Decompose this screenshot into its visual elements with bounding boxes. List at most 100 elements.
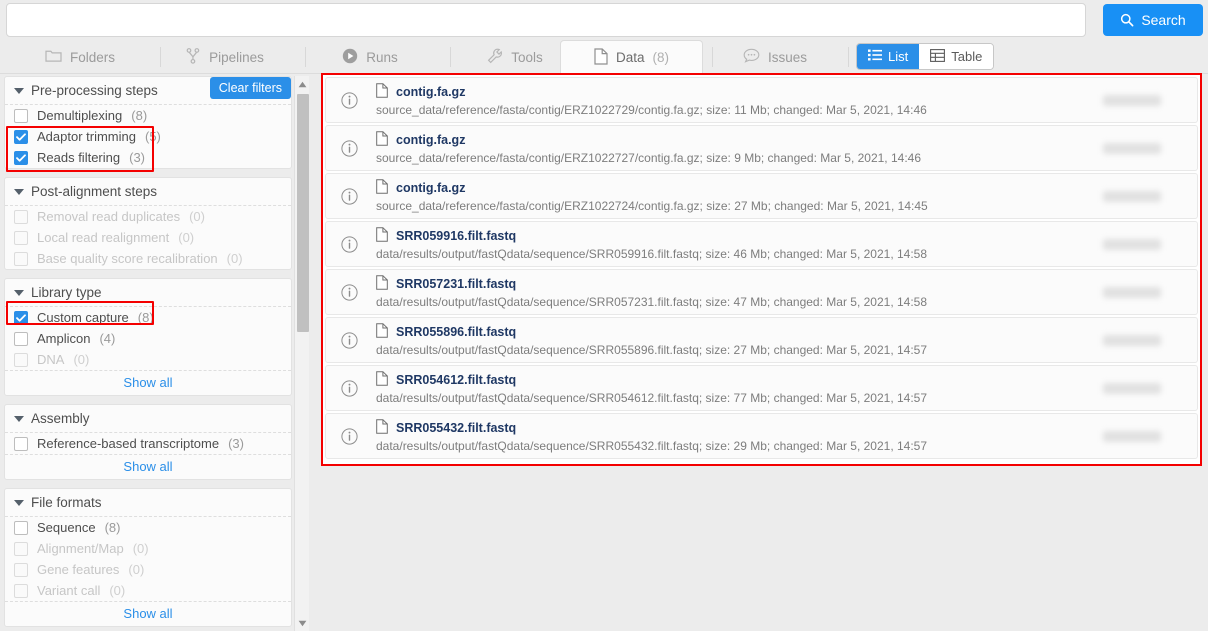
list-item[interactable]: SRR054612.filt.fastq data/results/output/…: [325, 365, 1198, 411]
list-item[interactable]: SRR055896.filt.fastq data/results/output/…: [325, 317, 1198, 363]
info-icon[interactable]: [326, 283, 372, 301]
scroll-down-arrow[interactable]: [295, 615, 310, 631]
checkbox-icon[interactable]: [14, 520, 28, 535]
info-icon[interactable]: [326, 139, 372, 157]
facet-option[interactable]: Reads filtering (3): [5, 147, 291, 168]
facet-option-count: (0): [178, 230, 195, 245]
list-item[interactable]: contig.fa.gz source_data/reference/fasta/…: [325, 173, 1198, 219]
facet-header[interactable]: Assembly: [5, 405, 291, 433]
show-all-link[interactable]: Show all: [5, 370, 291, 395]
clear-filters-button[interactable]: Clear filters: [209, 77, 291, 99]
tab-issues[interactable]: Issues: [715, 40, 835, 74]
file-icon: [376, 227, 388, 245]
search-button-label: Search: [1141, 12, 1186, 28]
chevron-down-icon: [14, 289, 24, 296]
facet-option-label: Alignment/Map: [37, 541, 124, 556]
list-item[interactable]: SRR057231.filt.fastq data/results/output/…: [325, 269, 1198, 315]
facet-option: Alignment/Map (0): [5, 538, 291, 559]
facet-header[interactable]: File formats: [5, 489, 291, 517]
checkbox-checked-icon[interactable]: [14, 150, 28, 165]
facet-option[interactable]: Sequence (8): [5, 517, 291, 538]
view-toggle-list[interactable]: List: [857, 44, 920, 69]
facet-option-count: (8): [131, 108, 148, 123]
facet-option-count: (0): [109, 583, 126, 598]
scrollbar-thumb[interactable]: [297, 94, 309, 332]
chevron-down-icon: [14, 87, 24, 94]
tab-runs-label: Runs: [366, 49, 398, 65]
tab-data[interactable]: Data (8): [560, 40, 703, 75]
view-toggle-table[interactable]: Table: [919, 44, 994, 69]
facet-option[interactable]: Reference-based transcriptome (3): [5, 433, 291, 454]
facet-option[interactable]: Adaptor trimming (5): [5, 126, 291, 147]
facet-option: DNA (0): [5, 349, 291, 370]
checkbox-icon[interactable]: [14, 331, 28, 346]
show-all-link[interactable]: Show all: [5, 454, 291, 479]
list-item-body: SRR059916.filt.fastq data/results/output/…: [372, 227, 1103, 261]
pipeline-icon: [186, 47, 201, 67]
info-icon[interactable]: [326, 91, 372, 109]
info-icon[interactable]: [326, 235, 372, 253]
facet-option: Local read realignment (0): [5, 227, 291, 248]
list-item-title: contig.fa.gz: [376, 179, 1103, 197]
redacted-owner: [1103, 334, 1161, 346]
list-item[interactable]: contig.fa.gz source_data/reference/fasta/…: [325, 77, 1198, 123]
facet-option[interactable]: Demultiplexing (8): [5, 105, 291, 126]
redacted-owner: [1103, 238, 1161, 250]
list-item-body: contig.fa.gz source_data/reference/fasta/…: [372, 83, 1103, 117]
redacted-owner: [1103, 382, 1161, 394]
facet-group: Post-alignment steps Removal read duplica…: [4, 177, 292, 270]
info-icon[interactable]: [326, 331, 372, 349]
facet-header[interactable]: Library type: [5, 279, 291, 307]
facet-group: Library type Custom capture (8) Amplicon (4)…: [4, 278, 292, 396]
facet-option-count: (0): [226, 251, 243, 266]
facet-option-label: Adaptor trimming: [37, 129, 136, 144]
list-item[interactable]: SRR059916.filt.fastq data/results/output/…: [325, 221, 1198, 267]
search-input[interactable]: [6, 3, 1086, 37]
tab-folders[interactable]: Folders: [20, 40, 140, 74]
tab-issues-label: Issues: [767, 49, 808, 65]
list-item-title: SRR055432.filt.fastq: [376, 419, 1103, 437]
results-list[interactable]: contig.fa.gz source_data/reference/fasta/…: [321, 73, 1202, 466]
file-name: SRR055896.filt.fastq: [396, 325, 517, 339]
tab-runs[interactable]: Runs: [310, 40, 430, 74]
facet-title: Pre-processing steps: [31, 83, 158, 98]
show-all-link[interactable]: Show all: [5, 601, 291, 626]
facet-option: Gene features (0): [5, 559, 291, 580]
comment-icon: [743, 48, 760, 66]
list-item[interactable]: SRR055432.filt.fastq data/results/output/…: [325, 413, 1198, 459]
tab-separator: [160, 47, 161, 67]
sidebar-scrollbar[interactable]: [294, 76, 309, 631]
tab-data-label: Data: [615, 50, 645, 65]
info-icon[interactable]: [326, 379, 372, 397]
file-icon: [376, 419, 388, 437]
tab-separator: [848, 47, 849, 67]
list-item[interactable]: contig.fa.gz source_data/reference/fasta/…: [325, 125, 1198, 171]
list-item-title: SRR055896.filt.fastq: [376, 323, 1103, 341]
checkbox-icon[interactable]: [14, 108, 28, 123]
file-detail: source_data/reference/fasta/contig/ERZ10…: [376, 151, 922, 165]
tab-pipelines[interactable]: Pipelines: [165, 40, 285, 74]
facet-header[interactable]: Post-alignment steps: [5, 178, 291, 206]
facet-option[interactable]: Custom capture (8): [5, 307, 291, 328]
info-icon[interactable]: [326, 427, 372, 445]
facet-option[interactable]: Amplicon (4): [5, 328, 291, 349]
facet-option-label: Sequence: [37, 520, 96, 535]
search-button[interactable]: Search: [1103, 4, 1203, 36]
tab-separator: [450, 47, 451, 67]
facet-option-label: Reference-based transcriptome: [37, 436, 220, 451]
filter-sidebar[interactable]: Pre-processing steps Clear filters Demulti…: [0, 76, 296, 631]
facet-option-label: Custom capture: [37, 310, 129, 325]
list-item-body: contig.fa.gz source_data/reference/fasta/…: [372, 179, 1103, 213]
table-icon: [930, 48, 946, 65]
facet-title: Post-alignment steps: [31, 184, 158, 199]
list-icon: [868, 49, 882, 64]
facet-option-label: Demultiplexing: [37, 108, 123, 123]
tab-tools[interactable]: Tools: [455, 40, 575, 74]
scroll-up-arrow[interactable]: [295, 76, 310, 92]
checkbox-checked-icon[interactable]: [14, 129, 28, 144]
info-icon[interactable]: [326, 187, 372, 205]
folder-icon: [45, 48, 62, 66]
facet-option-label: Reads filtering: [37, 150, 121, 165]
checkbox-icon[interactable]: [14, 436, 28, 451]
checkbox-checked-icon[interactable]: [14, 310, 28, 325]
